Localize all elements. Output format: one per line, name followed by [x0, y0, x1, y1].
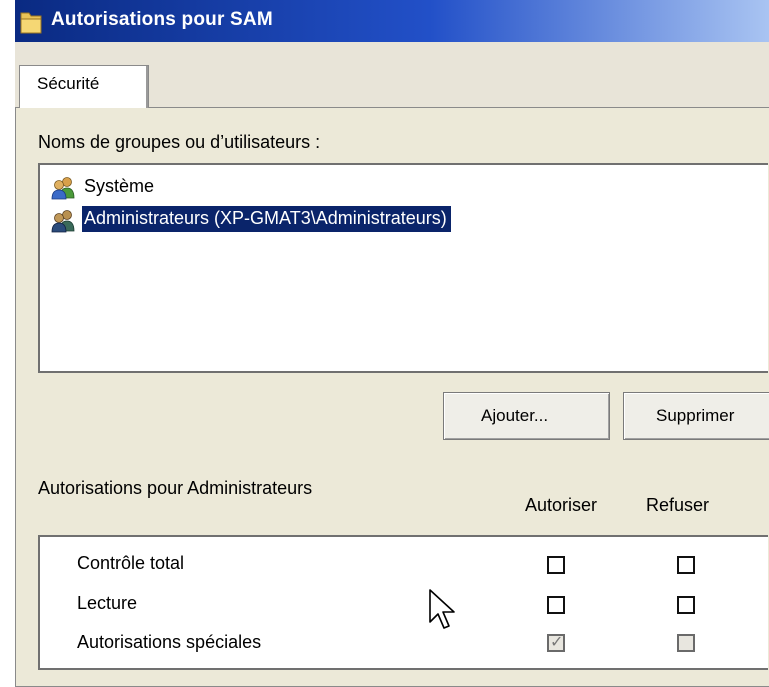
remove-button[interactable]: Supprimer	[623, 392, 769, 440]
permission-name: Contrôle total	[77, 553, 185, 573]
column-deny-header: Refuser	[646, 495, 710, 515]
list-item-label: Système	[84, 176, 155, 196]
add-button-label: Ajouter...	[481, 406, 549, 425]
deny-checkbox-special[interactable]	[677, 634, 695, 652]
column-allow-header: Autoriser	[525, 495, 598, 515]
groups-listbox[interactable]: Système Administrateurs (XP-GMAT3\Admini…	[38, 163, 768, 373]
mouse-cursor-icon	[429, 589, 455, 629]
deny-checkbox-read[interactable]	[677, 596, 695, 614]
deny-checkbox-full-control[interactable]	[677, 556, 695, 574]
groups-label: Noms de groupes ou d’utilisateurs :	[38, 132, 321, 152]
window-title: Autorisations pour SAM	[51, 9, 273, 30]
remove-button-label: Supprimer	[656, 406, 735, 425]
tab-security[interactable]: Sécurité	[19, 65, 149, 108]
users-icon	[51, 210, 75, 233]
list-item-label: Administrateurs (XP-GMAT3\Administrateur…	[82, 206, 451, 232]
title-bar[interactable]: Autorisations pour SAM	[15, 0, 769, 42]
allow-checkbox-full-control[interactable]	[547, 556, 565, 574]
folder-icon	[20, 12, 42, 34]
permission-name: Autorisations spéciales	[77, 632, 262, 652]
list-item[interactable]: Administrateurs (XP-GMAT3\Administrateur…	[50, 206, 750, 236]
allow-checkbox-read[interactable]	[547, 596, 565, 614]
tab-label: Sécurité	[37, 74, 100, 93]
add-button[interactable]: Ajouter...	[443, 392, 610, 440]
users-icon	[51, 177, 75, 200]
list-item[interactable]: Système	[50, 173, 250, 203]
permission-name: Lecture	[77, 593, 138, 613]
permissions-title: Autorisations pour Administrateurs	[38, 478, 313, 498]
allow-checkbox-special[interactable]	[547, 632, 565, 652]
